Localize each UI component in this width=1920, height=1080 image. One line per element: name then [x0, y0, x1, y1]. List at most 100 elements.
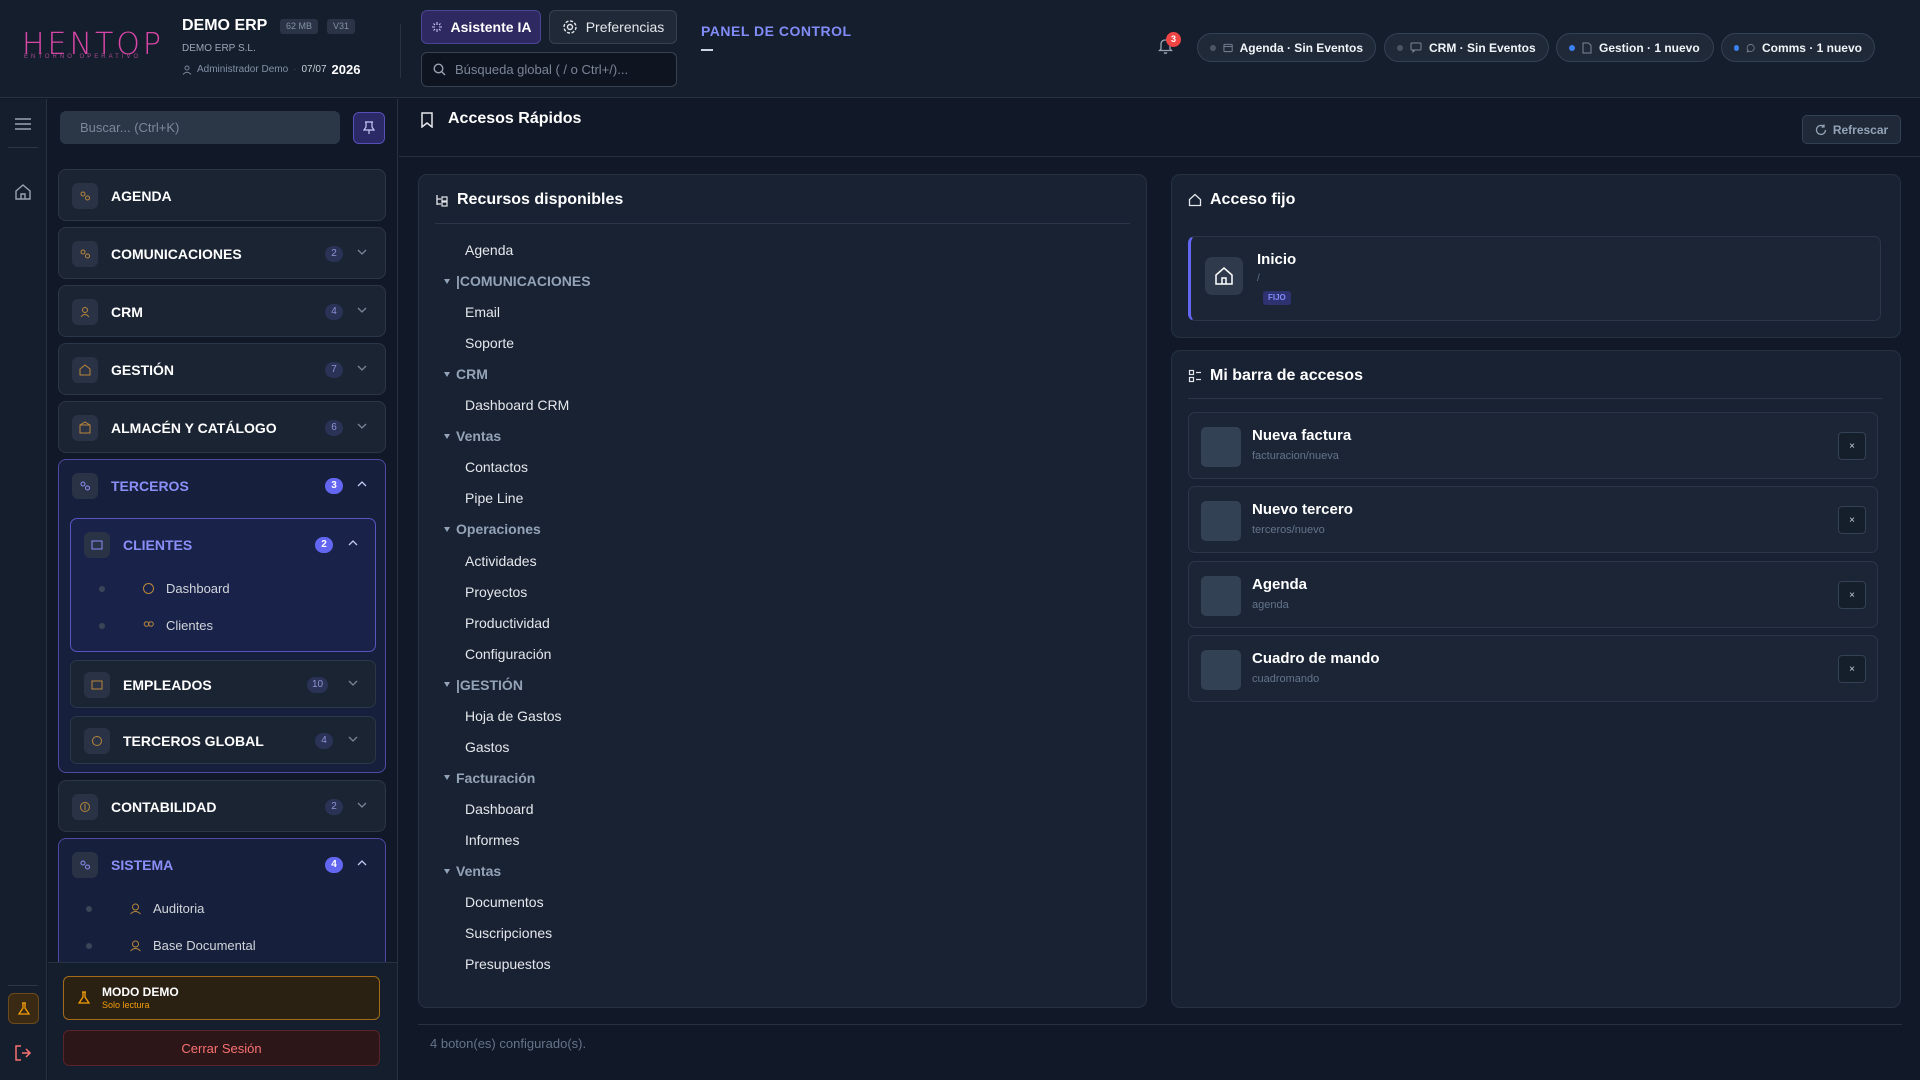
- sidebar-item-auditoria[interactable]: Auditoria: [86, 901, 204, 916]
- card-divider: [435, 223, 1130, 224]
- sidebar-item-base-documental[interactable]: Base Documental: [86, 938, 256, 953]
- sidebar-group-almacen[interactable]: ALMACÉN Y CATÁLOGO 6: [58, 401, 386, 453]
- folder-icon: [130, 940, 141, 952]
- module-icon: [72, 473, 98, 499]
- count-badge: 3: [325, 478, 343, 494]
- sidebar-group-crm[interactable]: CRM 4: [58, 285, 386, 337]
- module-icon: [84, 672, 110, 698]
- sidebar-subgroup-clientes[interactable]: CLIENTES 2 Dashboard Clientes: [70, 518, 376, 652]
- sidebar-search-input[interactable]: [60, 111, 340, 144]
- remove-button[interactable]: ×: [1838, 506, 1866, 534]
- tree-item[interactable]: Contactos: [465, 459, 528, 475]
- search-icon: [433, 63, 446, 76]
- status-agenda[interactable]: Agenda · Sin Eventos: [1197, 33, 1376, 62]
- demo-mode-icon[interactable]: [8, 993, 39, 1024]
- sidebar-group-agenda[interactable]: AGENDA: [58, 169, 386, 221]
- tree-item[interactable]: Productividad: [465, 615, 550, 631]
- sidebar-group-terceros[interactable]: TERCEROS 3 CLIENTES 2 Dashboard Clientes…: [58, 459, 386, 773]
- tree-item[interactable]: Gastos: [465, 739, 509, 755]
- tree-icon: [436, 195, 448, 207]
- user-name: Administrador Demo: [197, 64, 289, 75]
- count-badge: 6: [325, 420, 343, 436]
- module-icon: [72, 852, 98, 878]
- remove-button[interactable]: ×: [1838, 432, 1866, 460]
- tree-group[interactable]: Facturación: [444, 770, 535, 786]
- access-item[interactable]: Nueva factura facturacion/nueva ×: [1188, 412, 1878, 479]
- tree-group[interactable]: |GESTIÓN: [444, 677, 523, 693]
- user-info: Administrador Demo · 07/07 2026: [182, 62, 360, 77]
- tree-item[interactable]: Soporte: [465, 335, 514, 351]
- shortcut-icon: [1201, 501, 1241, 541]
- sidebar-group-gestion[interactable]: GESTIÓN 7: [58, 343, 386, 395]
- status-dot: [1569, 44, 1575, 51]
- tree-item[interactable]: Hoja de Gastos: [465, 708, 562, 724]
- tree-item[interactable]: Actividades: [465, 553, 537, 569]
- access-item[interactable]: Cuadro de mando cuadromando ×: [1188, 635, 1878, 702]
- resources-card: [418, 174, 1147, 1008]
- sidebar-subgroup-empleados[interactable]: EMPLEADOS 10: [70, 660, 376, 708]
- preferences-button[interactable]: Preferencias: [549, 10, 677, 44]
- status-dot: [1397, 44, 1403, 51]
- tree-group[interactable]: Operaciones: [444, 521, 541, 537]
- global-search[interactable]: [421, 52, 677, 87]
- ai-assistant-button[interactable]: Asistente IA: [421, 10, 541, 44]
- tree-group[interactable]: Ventas: [444, 863, 501, 879]
- status-crm[interactable]: CRM · Sin Eventos: [1384, 33, 1549, 62]
- logout-icon[interactable]: [14, 1044, 32, 1062]
- user-icon: [182, 65, 192, 75]
- panel-title-underline: [701, 49, 713, 51]
- logout-button[interactable]: Cerrar Sesión: [63, 1030, 380, 1066]
- tree-group[interactable]: CRM: [444, 366, 488, 382]
- panel-title[interactable]: PANEL DE CONTROL: [701, 23, 852, 39]
- chevron-up-icon: [357, 860, 367, 866]
- chevron-up-icon: [348, 540, 358, 546]
- global-search-input[interactable]: [455, 62, 665, 77]
- tree-item[interactable]: Email: [465, 304, 500, 320]
- tree-item[interactable]: Suscripciones: [465, 925, 552, 941]
- tree-item[interactable]: Agenda: [465, 242, 513, 258]
- tree-item[interactable]: Informes: [465, 832, 519, 848]
- access-item-path: agenda: [1252, 599, 1289, 611]
- count-badge: 4: [315, 733, 333, 749]
- tree-item[interactable]: Pipe Line: [465, 490, 523, 506]
- tree-item[interactable]: Dashboard CRM: [465, 397, 569, 413]
- tree-item[interactable]: Proyectos: [465, 584, 527, 600]
- status-gestion[interactable]: Gestion · 1 nuevo: [1556, 33, 1714, 62]
- sidebar-item-clientes[interactable]: Clientes: [99, 618, 213, 633]
- home-icon[interactable]: [14, 183, 32, 201]
- refresh-button[interactable]: Refrescar: [1802, 115, 1901, 144]
- home-icon: [1188, 193, 1202, 207]
- page-title: Accesos Rápidos: [448, 110, 582, 127]
- chevron-down-icon: [357, 423, 367, 429]
- remove-button[interactable]: ×: [1838, 655, 1866, 683]
- module-icon: [84, 728, 110, 754]
- sidebar-group-comunicaciones[interactable]: COMUNICACIONES 2: [58, 227, 386, 279]
- tree-item[interactable]: Documentos: [465, 894, 544, 910]
- access-item-title: Agenda: [1252, 576, 1308, 593]
- access-item[interactable]: Nuevo tercero terceros/nuevo ×: [1188, 486, 1878, 553]
- tree-item[interactable]: Configuración: [465, 646, 551, 662]
- status-dot: [1734, 44, 1739, 51]
- sidebar-subgroup-terceros-global[interactable]: TERCEROS GLOBAL 4: [70, 716, 376, 764]
- current-date: 07/07: [301, 64, 327, 75]
- count-badge: 7: [325, 362, 343, 378]
- pin-toggle-button[interactable]: [353, 112, 385, 144]
- tree-item[interactable]: Dashboard: [465, 801, 534, 817]
- fixed-badge: FIJO: [1263, 291, 1291, 305]
- access-item[interactable]: Agenda agenda ×: [1188, 561, 1878, 628]
- fixed-access-title: Acceso fijo: [1188, 191, 1295, 209]
- tree-group[interactable]: |COMUNICACIONES: [444, 273, 591, 289]
- fixed-access-inicio[interactable]: Inicio / FIJO: [1188, 236, 1881, 321]
- sidebar-item-dashboard[interactable]: Dashboard: [99, 581, 230, 596]
- sidebar-group-contabilidad[interactable]: CONTABILIDAD 2: [58, 780, 386, 832]
- pin-icon: [363, 121, 375, 134]
- erp-title: DEMO ERP: [182, 17, 268, 34]
- brand-tagline: ENTORNO OPERATIVO: [24, 54, 142, 60]
- menu-icon[interactable]: [14, 117, 32, 131]
- footer-status: 4 boton(es) configurado(s).: [430, 1036, 587, 1051]
- status-comms[interactable]: Comms · 1 nuevo: [1721, 33, 1875, 62]
- card-divider: [1188, 398, 1882, 399]
- remove-button[interactable]: ×: [1838, 581, 1866, 609]
- tree-group[interactable]: Ventas: [444, 428, 501, 444]
- tree-item[interactable]: Presupuestos: [465, 956, 551, 972]
